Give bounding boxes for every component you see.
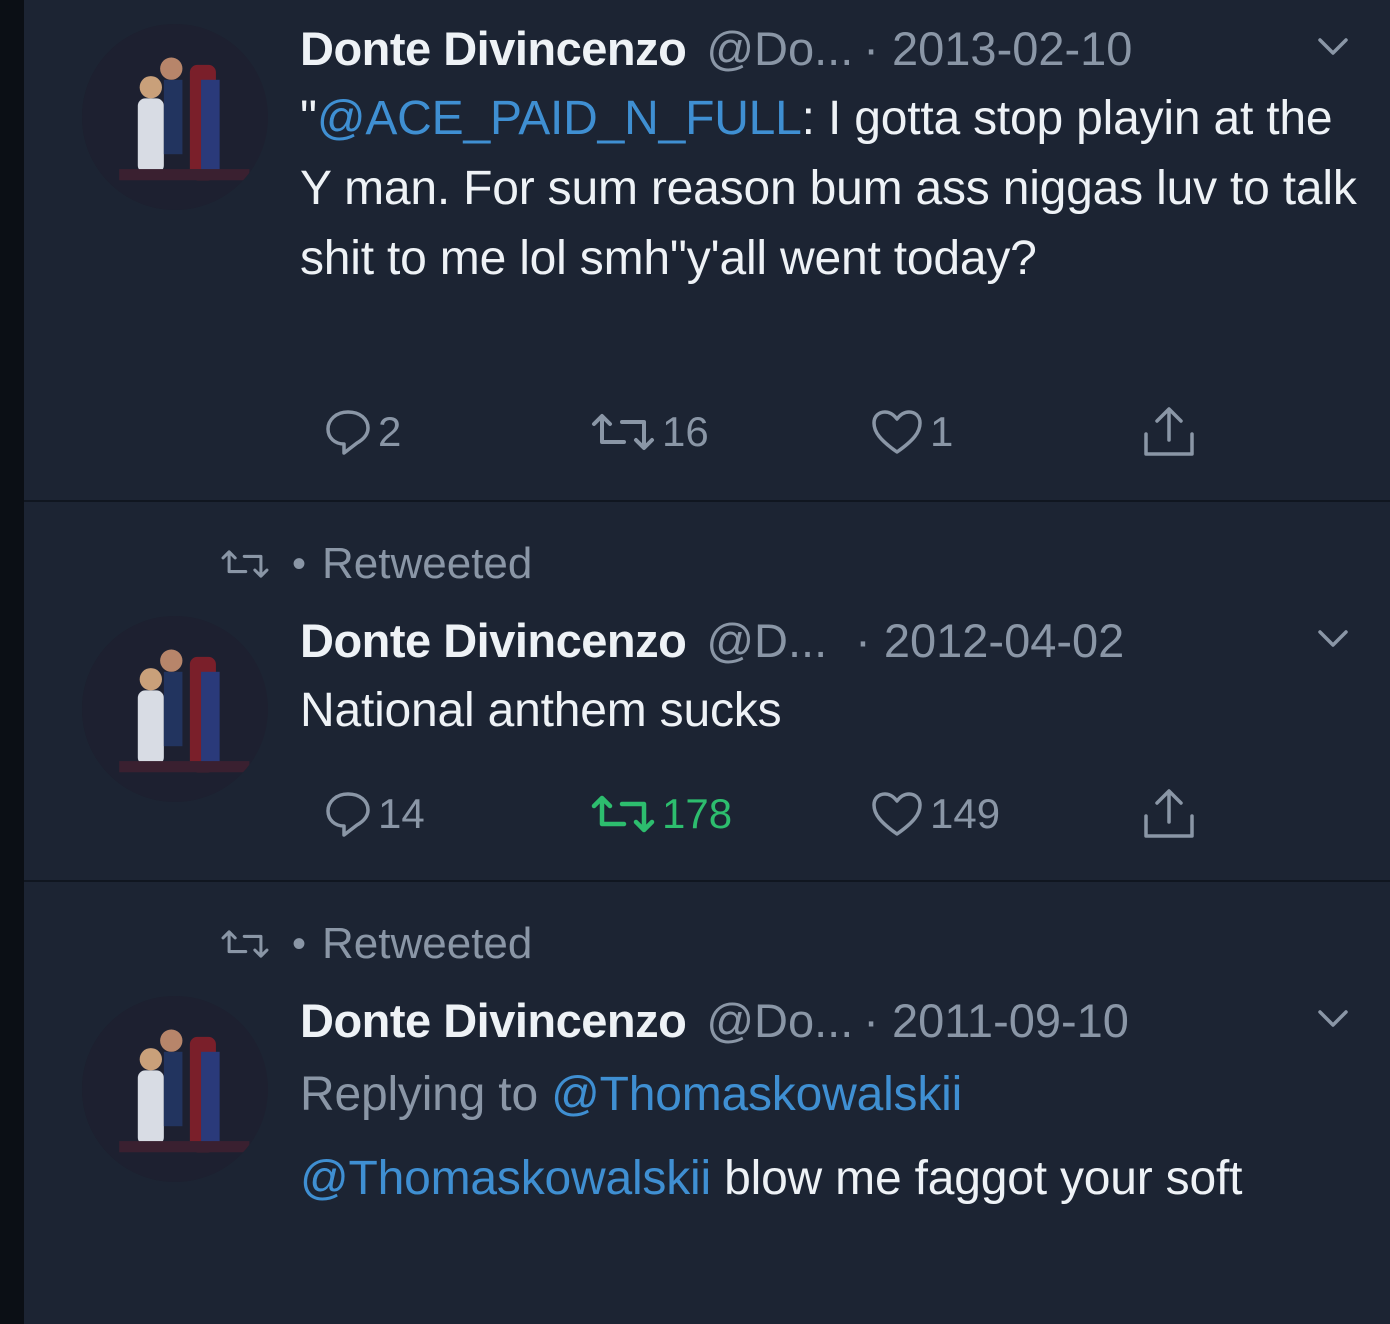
action-bar: 2 16 1 (300, 402, 1300, 462)
replying-to-link[interactable]: @Thomaskowalskii (551, 1068, 962, 1121)
avatar[interactable] (82, 996, 268, 1182)
action-bar: 14 178 149 (300, 784, 1300, 844)
timeline: Donte Divincenzo @Do... · 2013-02-10 "@A… (24, 0, 1390, 1324)
retweeted-label: Retweeted (322, 539, 533, 588)
display-name[interactable]: Donte Divincenzo (300, 21, 687, 76)
avatar-photo (82, 24, 268, 210)
tweet-header: Donte Divincenzo @Do... · 2013-02-10 (300, 20, 1350, 76)
retweet-icon (221, 930, 269, 958)
tweet[interactable]: • Retweeted Donte Divincenzo @D... · 201… (24, 500, 1390, 880)
tweet-header: Donte Divincenzo @Do... · 2011-09-10 (300, 992, 1350, 1048)
handle[interactable]: @Do... (706, 993, 853, 1048)
timestamp[interactable]: · 2011-09-10 (863, 993, 1129, 1048)
mention-link[interactable]: @ACE_PAID_N_FULL (317, 92, 802, 145)
like-icon (872, 792, 922, 836)
reply-button[interactable]: 14 (324, 784, 425, 844)
display-name[interactable]: Donte Divincenzo (300, 613, 687, 668)
avatar-photo (82, 616, 268, 802)
handle[interactable]: @D... (706, 613, 827, 668)
like-count: 149 (930, 790, 1001, 837)
retweet-icon (592, 414, 654, 450)
tweet-text: National anthem sucks (300, 676, 1360, 746)
display-name[interactable]: Donte Divincenzo (300, 993, 687, 1048)
retweeted-indicator: • Retweeted (220, 539, 532, 588)
chevron-down-icon[interactable] (1316, 626, 1350, 650)
tweet-text: @Thomaskowalskii blow me faggot your sof… (300, 1144, 1360, 1214)
reply-icon (326, 410, 370, 455)
retweeted-indicator: • Retweeted (220, 919, 532, 968)
retweet-count: 178 (662, 790, 733, 837)
replying-to: Replying to @Thomaskowalskii (300, 1060, 1360, 1130)
tweet[interactable]: • Retweeted Donte Divincenzo @Do... · 20… (24, 880, 1390, 1324)
timestamp[interactable]: · 2013-02-10 (863, 21, 1132, 76)
mention-link[interactable]: @Thomaskowalskii (300, 1152, 711, 1205)
text-content: National anthem sucks (300, 684, 782, 737)
tweet-text: "@ACE_PAID_N_FULL: I gotta stop playin a… (300, 84, 1360, 294)
reply-count: 2 (378, 408, 402, 455)
handle[interactable]: @Do... (706, 21, 853, 76)
separator-dot: • (292, 541, 307, 586)
timestamp[interactable]: · 2012-04-02 (855, 613, 1124, 668)
tweet-header: Donte Divincenzo @D... · 2012-04-02 (300, 612, 1350, 668)
tweet[interactable]: Donte Divincenzo @Do... · 2013-02-10 "@A… (24, 0, 1390, 500)
avatar[interactable] (82, 24, 268, 210)
reply-count: 14 (378, 790, 425, 837)
avatar[interactable] (82, 616, 268, 802)
share-icon (1144, 407, 1194, 456)
chevron-down-icon[interactable] (1316, 34, 1350, 58)
like-count: 1 (930, 408, 954, 455)
like-button[interactable]: 149 (870, 784, 1000, 844)
avatar-photo (82, 996, 268, 1182)
retweeted-label: Retweeted (322, 919, 533, 968)
share-button[interactable] (1140, 784, 1204, 844)
text-content: blow me faggot your soft (710, 1152, 1243, 1205)
reply-icon (326, 792, 370, 837)
share-button[interactable] (1140, 402, 1204, 462)
retweet-icon (221, 550, 269, 578)
reply-button[interactable]: 2 (324, 402, 401, 462)
retweet-icon (591, 795, 655, 833)
replying-label: Replying to (300, 1068, 538, 1121)
like-icon (872, 410, 922, 454)
separator-dot: • (292, 921, 307, 966)
retweet-button[interactable]: 178 (590, 784, 732, 844)
retweet-button[interactable]: 16 (590, 402, 709, 462)
text-quote: " (300, 92, 317, 145)
like-button[interactable]: 1 (870, 402, 953, 462)
share-icon (1144, 789, 1194, 838)
chevron-down-icon[interactable] (1316, 1006, 1350, 1030)
retweet-count: 16 (662, 408, 709, 455)
